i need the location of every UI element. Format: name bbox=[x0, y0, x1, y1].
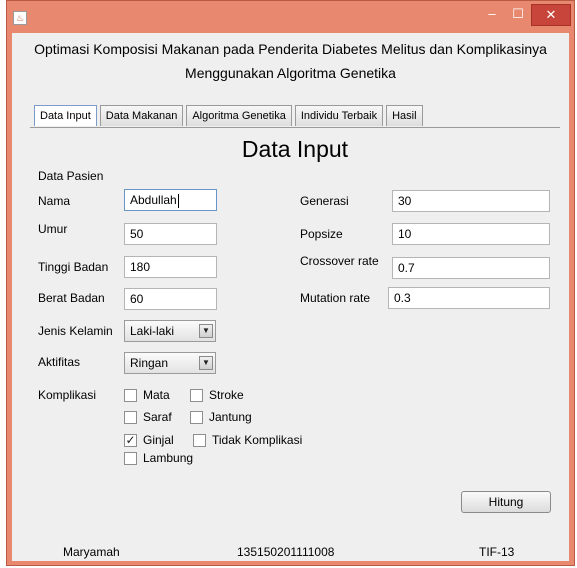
footer-author-name: Maryamah bbox=[63, 545, 120, 559]
tab-data-input[interactable]: Data Input bbox=[34, 105, 97, 126]
checkbox-box[interactable] bbox=[190, 410, 203, 424]
chevron-down-icon: ▼ bbox=[199, 356, 213, 370]
chevron-down-icon: ▼ bbox=[199, 324, 213, 338]
minimize-button[interactable]: – bbox=[479, 4, 505, 26]
app-title-line-1: Optimasi Komposisi Makanan pada Penderit… bbox=[34, 41, 547, 57]
checkbox-label: Jantung bbox=[209, 410, 252, 424]
checkbox-ginjal[interactable]: ✓ Ginjal bbox=[124, 433, 174, 447]
tab-algoritma-genetika[interactable]: Algoritma Genetika bbox=[186, 105, 292, 126]
footer-student-id: 135150201111008 bbox=[237, 545, 335, 559]
tinggi-badan-field[interactable]: 180 bbox=[124, 256, 217, 278]
umur-field[interactable]: 50 bbox=[124, 223, 217, 245]
checkbox-saraf[interactable]: Saraf bbox=[124, 410, 172, 424]
checkbox-label: Lambung bbox=[143, 451, 194, 465]
text-caret bbox=[177, 193, 179, 208]
close-button[interactable]: ✕ bbox=[531, 4, 571, 26]
data-input-panel: Data Input Data Pasien Nama Abdullah Umu… bbox=[30, 128, 560, 553]
tab-bar: Data Input Data Makanan Algoritma Geneti… bbox=[34, 105, 426, 127]
tinggi-badan-label: Tinggi Badan bbox=[38, 260, 109, 274]
checkbox-jantung[interactable]: Jantung bbox=[190, 410, 252, 424]
generasi-field[interactable]: 30 bbox=[392, 190, 550, 212]
crossover-rate-label: Crossover rate bbox=[300, 254, 379, 268]
maximize-button[interactable]: ☐ bbox=[505, 4, 531, 26]
aktifitas-label: Aktifitas bbox=[38, 355, 81, 369]
checkbox-box[interactable] bbox=[190, 388, 203, 402]
nama-label: Nama bbox=[38, 194, 71, 208]
crossover-rate-field[interactable]: 0.7 bbox=[392, 257, 550, 279]
footer-class: TIF-13 bbox=[479, 545, 515, 559]
jenis-kelamin-select[interactable]: Laki-laki ▼ bbox=[124, 320, 216, 342]
jenis-kelamin-label: Jenis Kelamin bbox=[38, 324, 113, 338]
aktifitas-value: Ringan bbox=[130, 356, 169, 370]
tab-individu-terbaik[interactable]: Individu Terbaik bbox=[294, 105, 384, 126]
checkbox-label: Saraf bbox=[143, 410, 172, 424]
tab-data-makanan[interactable]: Data Makanan bbox=[99, 105, 184, 126]
title-bar[interactable]: ♨ – ☐ ✕ bbox=[7, 1, 574, 33]
app-title-line-2: Menggunakan Algoritma Genetika bbox=[185, 65, 396, 81]
nama-field[interactable]: Abdullah bbox=[124, 189, 217, 211]
tab-hasil[interactable]: Hasil bbox=[386, 105, 423, 126]
check-mark-icon[interactable]: ✓ bbox=[124, 433, 137, 447]
nama-value: Abdullah bbox=[130, 193, 177, 207]
main-content: Optimasi Komposisi Makanan pada Penderit… bbox=[12, 33, 569, 561]
checkbox-box[interactable] bbox=[124, 410, 137, 424]
aktifitas-select[interactable]: Ringan ▼ bbox=[124, 352, 216, 374]
checkbox-box[interactable] bbox=[124, 451, 137, 465]
app-window: ♨ – ☐ ✕ Optimasi Komposisi Makanan pada … bbox=[6, 0, 575, 566]
umur-label: Umur bbox=[38, 222, 68, 236]
checkbox-stroke[interactable]: Stroke bbox=[190, 388, 244, 402]
checkbox-label: Ginjal bbox=[143, 433, 174, 447]
generasi-label: Generasi bbox=[300, 194, 349, 208]
checkbox-label: Stroke bbox=[209, 388, 244, 402]
checkbox-box[interactable] bbox=[124, 388, 137, 402]
popsize-field[interactable]: 10 bbox=[392, 223, 550, 245]
section-label-data-pasien: Data Pasien bbox=[38, 169, 104, 183]
berat-badan-field[interactable]: 60 bbox=[124, 288, 217, 310]
panel-title: Data Input bbox=[241, 136, 349, 162]
mutation-rate-label: Mutation rate bbox=[300, 291, 371, 305]
mutation-rate-field[interactable]: 0.3 bbox=[388, 287, 550, 309]
checkbox-label: Mata bbox=[143, 388, 170, 402]
komplikasi-label: Komplikasi bbox=[38, 388, 97, 402]
berat-badan-label: Berat Badan bbox=[38, 291, 105, 305]
hitung-button[interactable]: Hitung bbox=[461, 491, 551, 513]
java-icon: ♨ bbox=[13, 11, 27, 25]
checkbox-mata[interactable]: Mata bbox=[124, 388, 170, 402]
checkbox-lambung[interactable]: Lambung bbox=[124, 451, 193, 465]
checkbox-tidak-komplikasi[interactable]: Tidak Komplikasi bbox=[193, 433, 302, 447]
jenis-kelamin-value: Laki-laki bbox=[130, 324, 175, 338]
checkbox-label: Tidak Komplikasi bbox=[212, 433, 303, 447]
popsize-label: Popsize bbox=[300, 227, 343, 241]
checkbox-box[interactable] bbox=[193, 433, 206, 447]
